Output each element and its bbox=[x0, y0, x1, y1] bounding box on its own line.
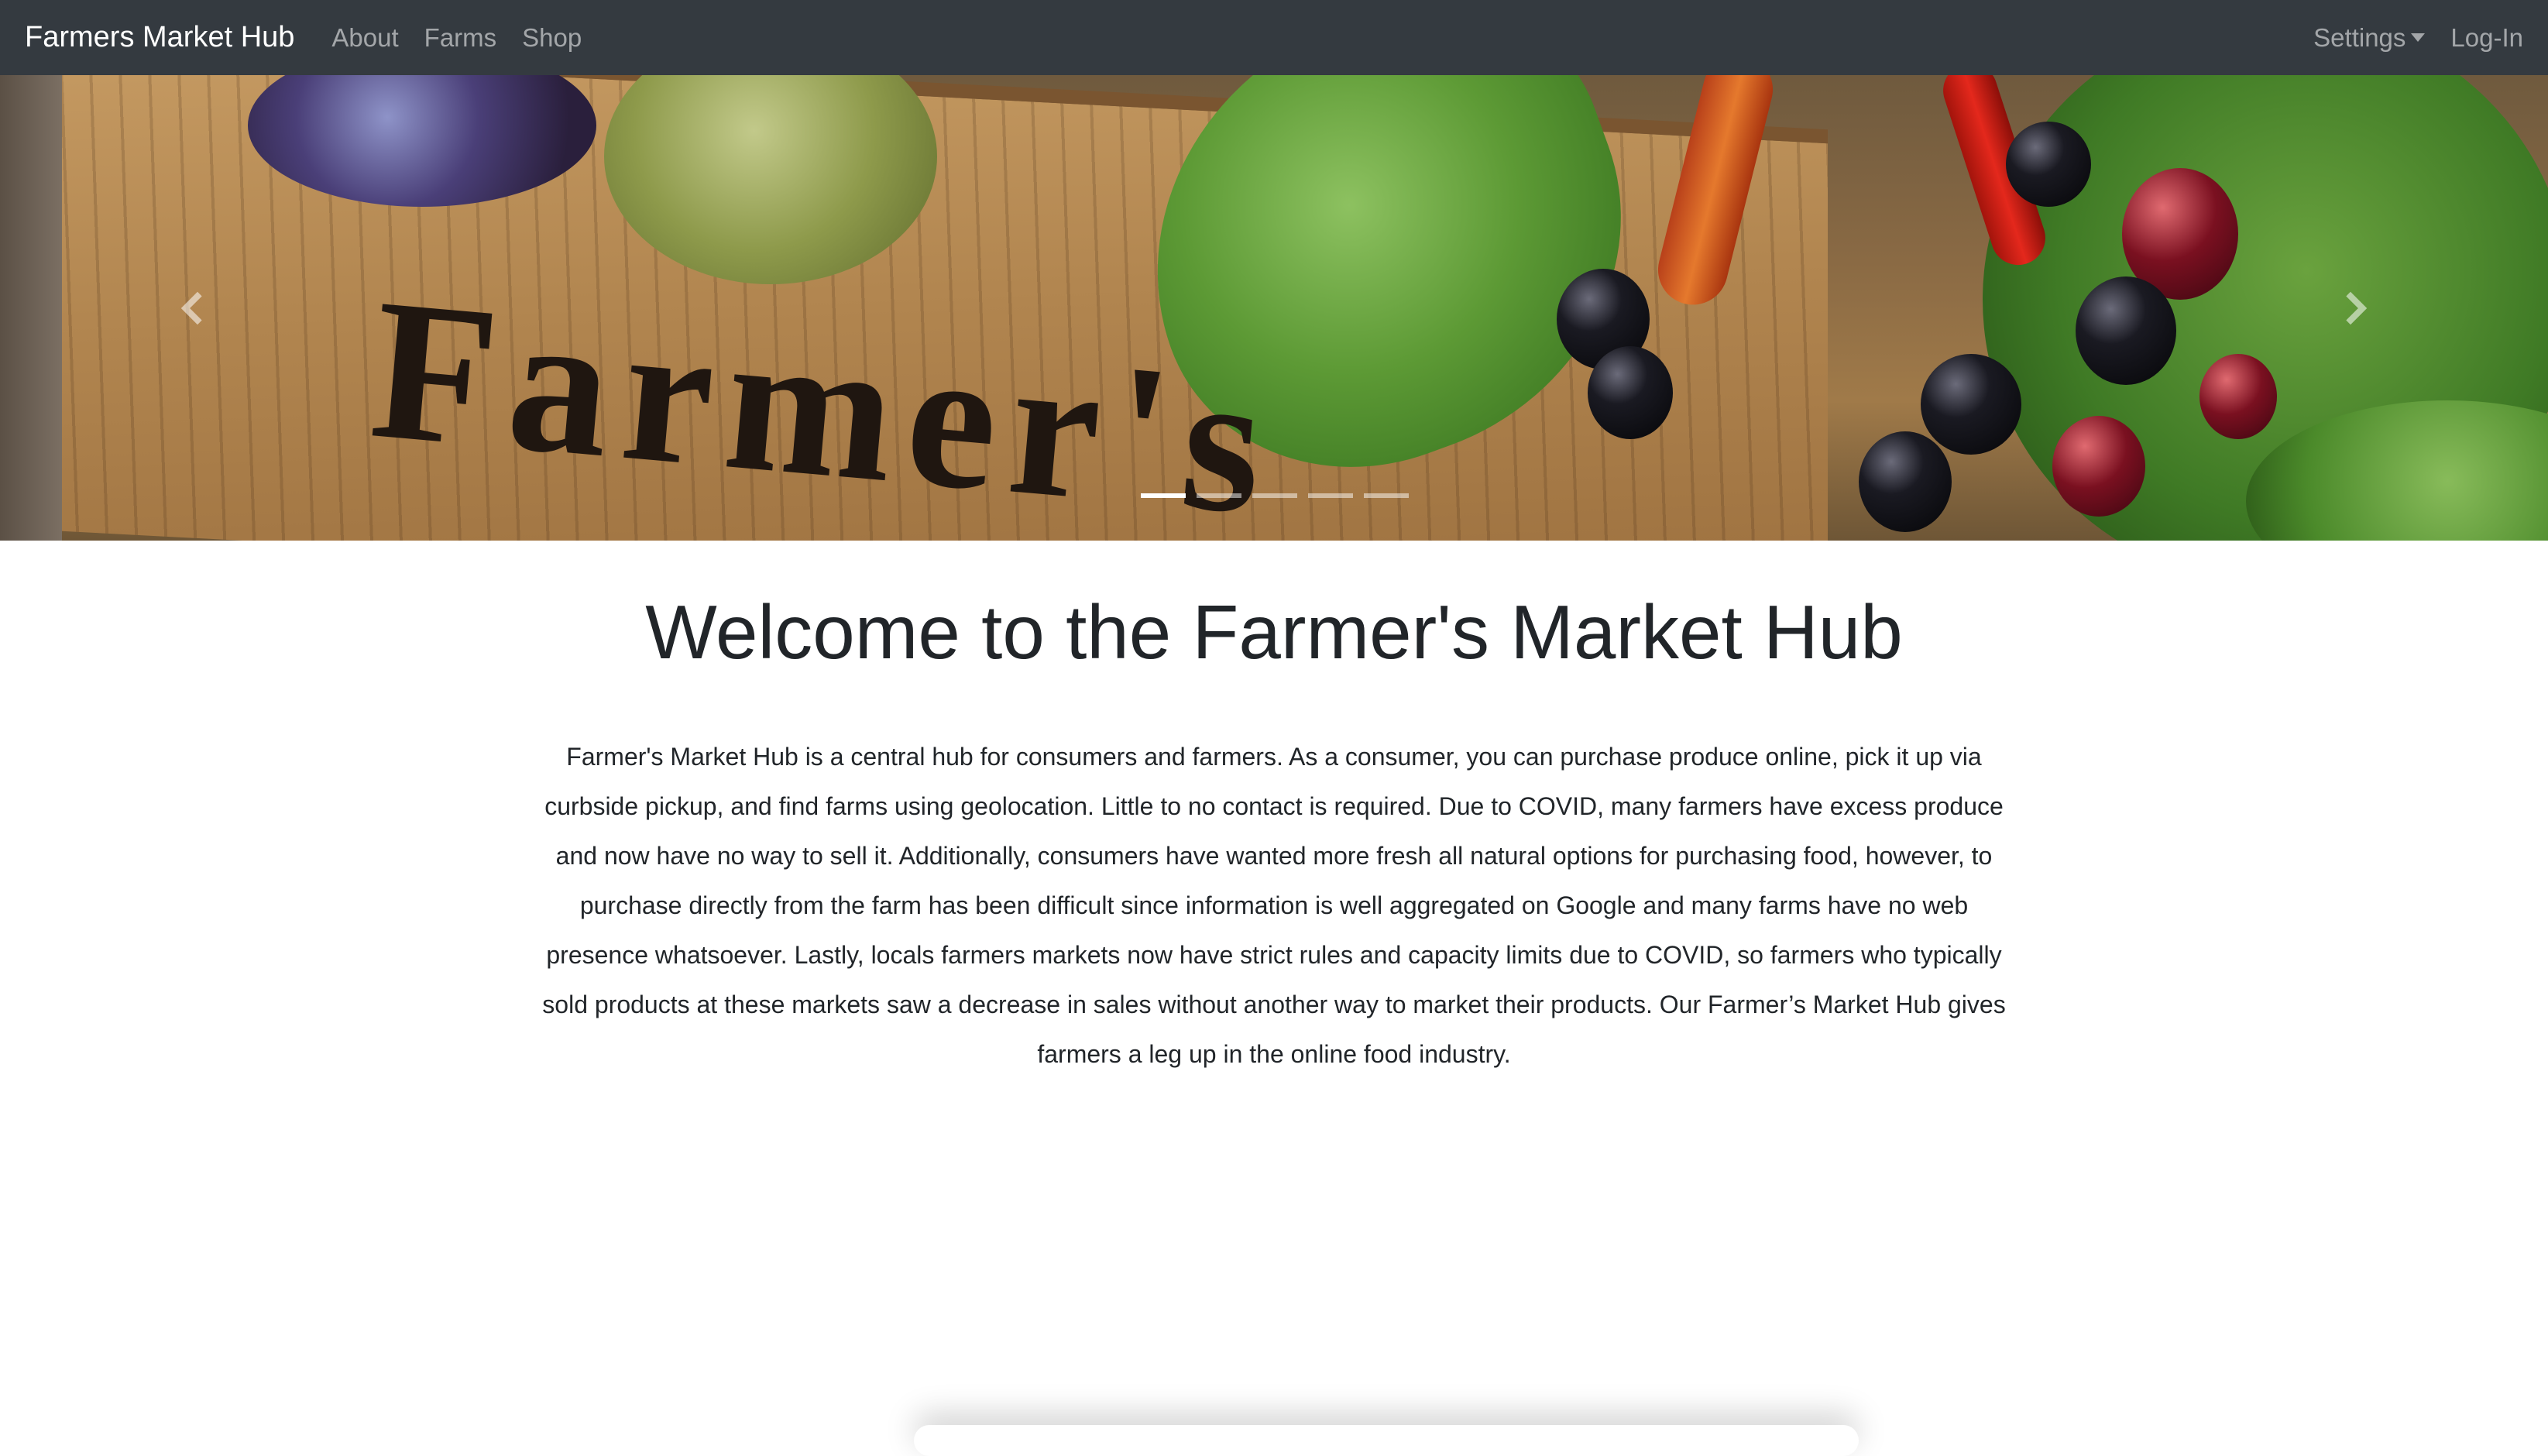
login-link[interactable]: Log-In bbox=[2450, 23, 2523, 53]
blackberry-image bbox=[1588, 346, 1673, 439]
footer-card-shadow bbox=[914, 1425, 1859, 1456]
nav-link-about[interactable]: About bbox=[331, 23, 398, 53]
redberry-image bbox=[2052, 416, 2145, 517]
blackberry-image bbox=[1859, 431, 1952, 532]
carousel-indicators bbox=[1141, 493, 1409, 498]
carousel-indicator-2[interactable] bbox=[1197, 493, 1241, 498]
page-title: Welcome to the Farmer's Market Hub bbox=[645, 589, 1903, 675]
carousel-indicator-1[interactable] bbox=[1141, 493, 1186, 498]
settings-dropdown[interactable]: Settings bbox=[2313, 22, 2426, 53]
carousel-prev-button[interactable] bbox=[0, 75, 387, 541]
carousel-next-button[interactable] bbox=[2161, 75, 2548, 541]
carousel-indicator-4[interactable] bbox=[1308, 493, 1353, 498]
nav-link-shop[interactable]: Shop bbox=[522, 23, 582, 53]
carousel-indicator-3[interactable] bbox=[1252, 493, 1297, 498]
brand-link[interactable]: Farmers Market Hub bbox=[25, 21, 294, 54]
caret-down-icon bbox=[2411, 33, 2426, 42]
chevron-right-icon bbox=[2333, 291, 2368, 325]
intro-paragraph: Farmer's Market Hub is a central hub for… bbox=[542, 743, 2006, 1068]
blackberry-image bbox=[1921, 354, 2021, 455]
top-navbar: Farmers Market Hub About Farms Shop Sett… bbox=[0, 0, 2548, 75]
nav-link-farms[interactable]: Farms bbox=[424, 23, 497, 53]
carousel-indicator-5[interactable] bbox=[1364, 493, 1409, 498]
settings-label: Settings bbox=[2313, 22, 2406, 52]
chevron-left-icon bbox=[180, 291, 215, 325]
blackberry-image bbox=[2006, 122, 2091, 207]
hero-carousel: Farmer's bbox=[0, 75, 2548, 541]
